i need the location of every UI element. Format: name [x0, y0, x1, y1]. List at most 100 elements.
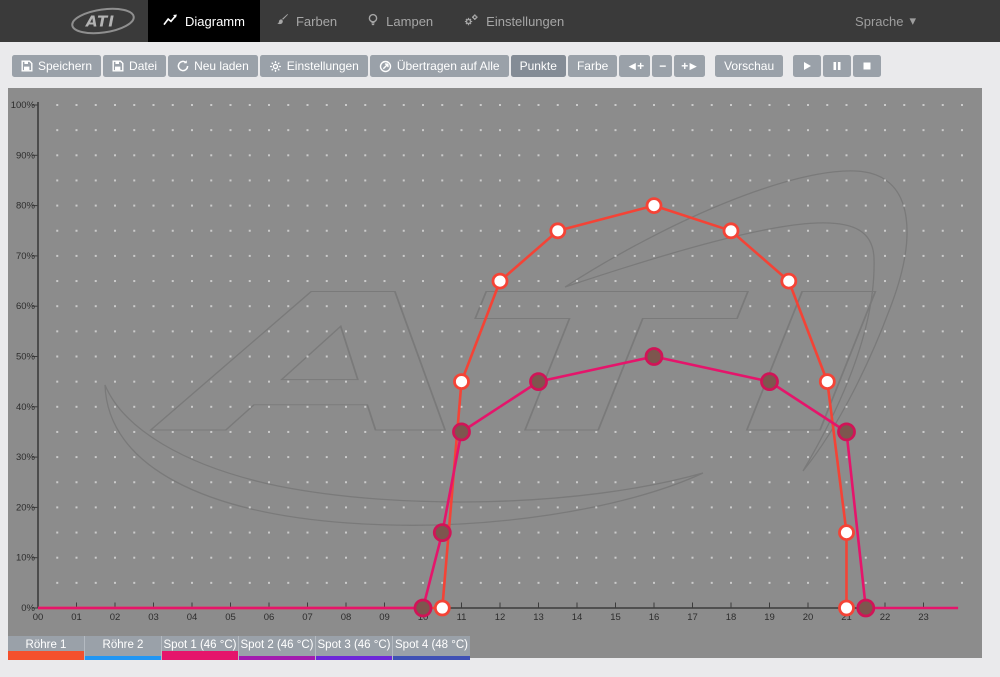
- series-color-underline: [393, 656, 470, 660]
- farbe-button[interactable]: Farbe: [568, 55, 617, 77]
- button-label: Farbe: [577, 59, 608, 73]
- floppy-icon: [21, 60, 33, 72]
- series-color-underline: [239, 656, 315, 660]
- series-color-underline: [85, 656, 161, 660]
- play-button[interactable]: [793, 55, 821, 77]
- uebertragen-auf-alle-button[interactable]: Übertragen auf Alle: [370, 55, 509, 77]
- nav-tab-bar: Diagramm FarbenLampen Einstellungen: [148, 0, 579, 42]
- svg-text:ATI: ATI: [85, 13, 115, 31]
- x-tick-label: 23: [918, 612, 929, 623]
- add-point-left-button[interactable]: ◄+: [619, 55, 650, 77]
- language-menu[interactable]: Sprache ▾: [855, 0, 916, 42]
- stop-icon: [862, 61, 872, 71]
- nav-tab-label: Diagramm: [185, 14, 245, 29]
- button-label: ◄+: [626, 59, 643, 73]
- chart-point-roehre-1[interactable]: [782, 274, 796, 288]
- chart-point-spot-1[interactable]: [415, 600, 431, 616]
- x-tick-label: 06: [264, 612, 275, 623]
- button-label: Einstellungen: [287, 59, 359, 73]
- series-tab-spot-2[interactable]: Spot 2 (46 °C): [239, 636, 316, 660]
- nav-tab-einstellungen[interactable]: Einstellungen: [448, 0, 579, 42]
- remove-point-button[interactable]: −: [652, 55, 672, 77]
- chart-point-spot-1[interactable]: [434, 525, 450, 541]
- nav-tab-diagramm[interactable]: Diagramm: [148, 0, 260, 42]
- x-tick-label: 22: [880, 612, 891, 623]
- add-point-right-button[interactable]: +►: [674, 55, 705, 77]
- x-tick-label: 15: [610, 612, 621, 623]
- chart-point-roehre-1[interactable]: [493, 274, 507, 288]
- button-label: Datei: [129, 59, 157, 73]
- y-tick-label: 10%: [16, 553, 36, 564]
- x-tick-label: 19: [764, 612, 775, 623]
- chart-point-spot-1[interactable]: [762, 374, 778, 390]
- series-color-underline: [162, 651, 238, 660]
- chart-point-roehre-1[interactable]: [820, 375, 834, 389]
- x-tick-label: 09: [379, 612, 390, 623]
- series-color-underline: [8, 651, 84, 660]
- neu-laden-button[interactable]: Neu laden: [168, 55, 258, 77]
- x-tick-label: 02: [110, 612, 121, 623]
- x-tick-label: 11: [457, 612, 467, 623]
- chart-point-roehre-1[interactable]: [647, 199, 661, 213]
- series-tab-roehre-1[interactable]: Röhre 1: [8, 636, 85, 660]
- language-label: Sprache: [855, 14, 903, 29]
- series-tab-roehre-2[interactable]: Röhre 2: [85, 636, 162, 660]
- series-tab-spot-3[interactable]: Spot 3 (46 °C): [316, 636, 393, 660]
- chart-point-spot-1[interactable]: [839, 424, 855, 440]
- refresh-icon: [177, 60, 189, 72]
- chart-point-roehre-1[interactable]: [724, 224, 738, 238]
- ati-logo: ATI: [70, 0, 136, 42]
- einstellungen-button[interactable]: Einstellungen: [260, 55, 368, 77]
- floppy-icon: [112, 60, 124, 72]
- y-tick-label: 50%: [16, 352, 36, 363]
- chart-toolbar: Speichern Datei Neu laden Einstellungen Über…: [12, 55, 883, 77]
- punkte-button[interactable]: Punkte: [511, 55, 566, 77]
- series-tab-bar: Röhre 1Röhre 2Spot 1 (46 °C)Spot 2 (46 °…: [8, 636, 470, 660]
- chart-point-spot-1[interactable]: [646, 349, 662, 365]
- y-tick-label: 100%: [11, 100, 36, 111]
- y-tick-label: 80%: [16, 201, 36, 212]
- chart-point-roehre-1[interactable]: [551, 224, 565, 238]
- speichern-button[interactable]: Speichern: [12, 55, 101, 77]
- y-tick-label: 90%: [16, 150, 36, 161]
- chart-point-roehre-1[interactable]: [435, 601, 449, 615]
- nav-tab-lampen[interactable]: Lampen: [352, 0, 448, 42]
- stop-button[interactable]: [853, 55, 881, 77]
- x-tick-label: 13: [533, 612, 544, 623]
- chart-point-spot-1[interactable]: [531, 374, 547, 390]
- series-tab-spot-1[interactable]: Spot 1 (46 °C): [162, 636, 239, 660]
- button-label: Neu laden: [194, 59, 249, 73]
- x-tick-label: 03: [148, 612, 159, 623]
- y-tick-label: 30%: [16, 452, 36, 463]
- series-tab-spot-4[interactable]: Spot 4 (48 °C): [393, 636, 470, 660]
- chart-point-spot-1[interactable]: [858, 600, 874, 616]
- main-content: Speichern Datei Neu laden Einstellungen Über…: [0, 42, 1000, 677]
- button-label: Punkte: [520, 59, 557, 73]
- button-label: Speichern: [38, 59, 92, 73]
- chart-point-roehre-1[interactable]: [840, 526, 854, 540]
- gears-icon: [463, 13, 479, 30]
- x-tick-label: 16: [649, 612, 660, 623]
- x-tick-label: 18: [726, 612, 737, 623]
- nav-tab-farben[interactable]: Farben: [260, 0, 352, 42]
- x-tick-label: 07: [302, 612, 313, 623]
- vorschau-button[interactable]: Vorschau: [715, 55, 783, 77]
- pause-button[interactable]: [823, 55, 851, 77]
- play-icon: [802, 61, 812, 71]
- chart-point-roehre-1[interactable]: [840, 601, 854, 615]
- chart-point-spot-1[interactable]: [454, 424, 470, 440]
- x-tick-label: 17: [687, 612, 698, 623]
- button-label: Vorschau: [724, 59, 774, 73]
- button-label: Übertragen auf Alle: [397, 59, 500, 73]
- y-tick-label: 60%: [16, 301, 36, 312]
- series-color-underline: [316, 656, 392, 660]
- chevron-down-icon: ▾: [909, 13, 916, 29]
- ati-logo-icon: ATI: [70, 6, 136, 36]
- chart-point-roehre-1[interactable]: [455, 375, 469, 389]
- datei-button[interactable]: Datei: [103, 55, 166, 77]
- app-root: ATI Diagramm FarbenLampen Einstellungen Sp…: [0, 0, 1000, 677]
- y-tick-label: 40%: [16, 402, 36, 413]
- navbar: ATI Diagramm FarbenLampen Einstellungen Sp…: [0, 0, 1000, 42]
- y-tick-label: 0%: [21, 603, 35, 614]
- nav-tab-label: Einstellungen: [486, 14, 564, 29]
